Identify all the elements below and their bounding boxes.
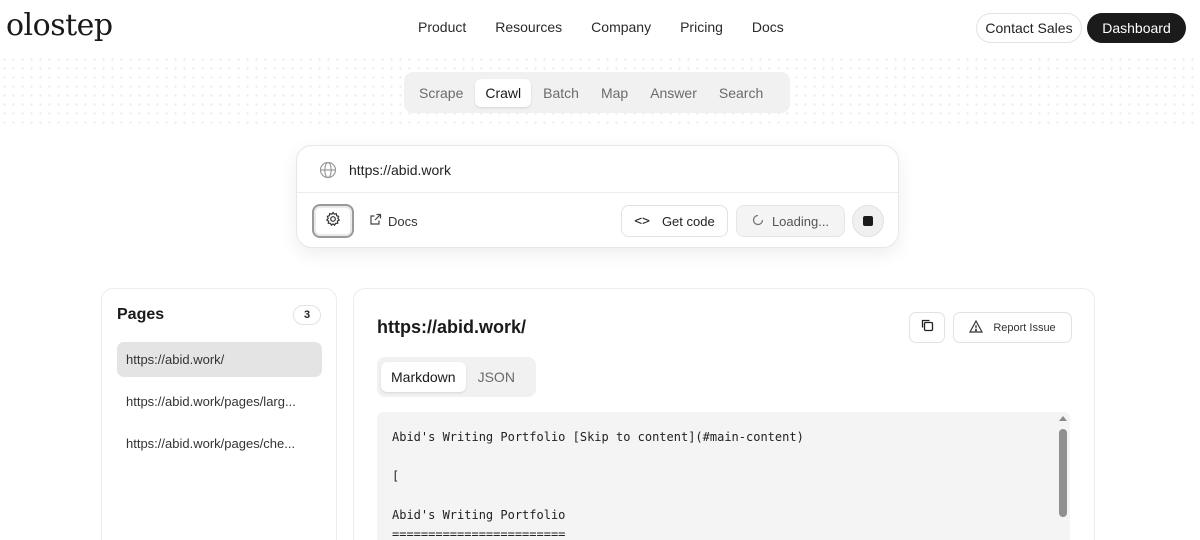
stop-icon <box>863 216 873 226</box>
loading-label: Loading... <box>771 213 830 229</box>
tab-json[interactable]: JSON <box>468 362 525 392</box>
pages-count-badge: 3 <box>293 305 321 325</box>
pages-title: Pages <box>117 306 165 323</box>
get-code-button[interactable]: <> Get code <box>621 205 728 237</box>
tab-crawl[interactable]: Crawl <box>475 78 532 107</box>
content-url-title: https://abid.work/ <box>377 317 527 337</box>
warning-icon <box>969 319 984 336</box>
mode-tabs: Scrape Crawl Batch Map Answer Search <box>404 72 790 113</box>
settings-button[interactable] <box>312 204 354 238</box>
url-card: Docs <> Get code Loading... <box>296 145 899 248</box>
page-item[interactable]: https://abid.work/pages/che... <box>117 426 322 461</box>
format-tabs: Markdown JSON <box>377 357 536 397</box>
markdown-line: ======================== <box>392 527 566 540</box>
markdown-output[interactable]: Abid's Writing Portfolio [Skip to conten… <box>377 412 1070 540</box>
get-code-label: Get code <box>661 213 715 229</box>
loading-button[interactable]: Loading... <box>736 205 845 237</box>
contact-sales-button[interactable]: Contact Sales <box>976 13 1082 43</box>
dashboard-button[interactable]: Dashboard <box>1087 13 1186 43</box>
nav-link-resources[interactable]: Resources <box>495 19 562 35</box>
pages-panel: Pages 3 https://abid.work/ https://abid.… <box>101 288 337 540</box>
copy-icon <box>920 318 934 337</box>
url-row <box>297 146 898 193</box>
markdown-line: Abid's Writing Portfolio <box>392 508 566 522</box>
spinner-icon <box>752 214 764 229</box>
scroll-up-arrow[interactable] <box>1059 416 1067 421</box>
url-input[interactable] <box>349 158 869 182</box>
markdown-line: [ <box>392 469 400 483</box>
code-icon: <> <box>634 213 650 229</box>
logo[interactable]: olostep <box>6 8 113 43</box>
stop-button[interactable] <box>852 205 884 237</box>
tab-answer[interactable]: Answer <box>640 79 707 107</box>
report-issue-button[interactable]: Report Issue <box>953 312 1072 343</box>
globe-icon <box>319 161 337 179</box>
tab-search[interactable]: Search <box>709 79 773 107</box>
docs-link[interactable]: Docs <box>369 213 418 229</box>
copy-button[interactable] <box>909 312 945 343</box>
page-item[interactable]: https://abid.work/pages/larg... <box>117 384 322 419</box>
nav-link-docs[interactable]: Docs <box>752 19 784 35</box>
markdown-line: Abid's Writing Portfolio [Skip to conten… <box>392 430 804 444</box>
nav-links: Product Resources Company Pricing Docs <box>418 19 813 35</box>
tab-map[interactable]: Map <box>591 79 638 107</box>
page-item[interactable]: https://abid.work/ <box>117 342 322 377</box>
nav-link-product[interactable]: Product <box>418 19 466 35</box>
docs-link-label: Docs <box>388 213 418 229</box>
content-panel: https://abid.work/ Report Issue Markdown… <box>353 288 1095 540</box>
report-issue-label: Report Issue <box>993 321 1056 334</box>
external-link-icon <box>369 213 382 229</box>
tab-scrape[interactable]: Scrape <box>409 79 473 107</box>
scrollbar-thumb[interactable] <box>1059 429 1067 517</box>
nav-link-pricing[interactable]: Pricing <box>680 19 723 35</box>
tab-batch[interactable]: Batch <box>533 79 589 107</box>
tab-markdown[interactable]: Markdown <box>381 362 466 392</box>
nav-link-company[interactable]: Company <box>591 19 651 35</box>
top-nav: olostep Product Resources Company Pricin… <box>0 0 1200 56</box>
gear-icon <box>325 210 341 232</box>
